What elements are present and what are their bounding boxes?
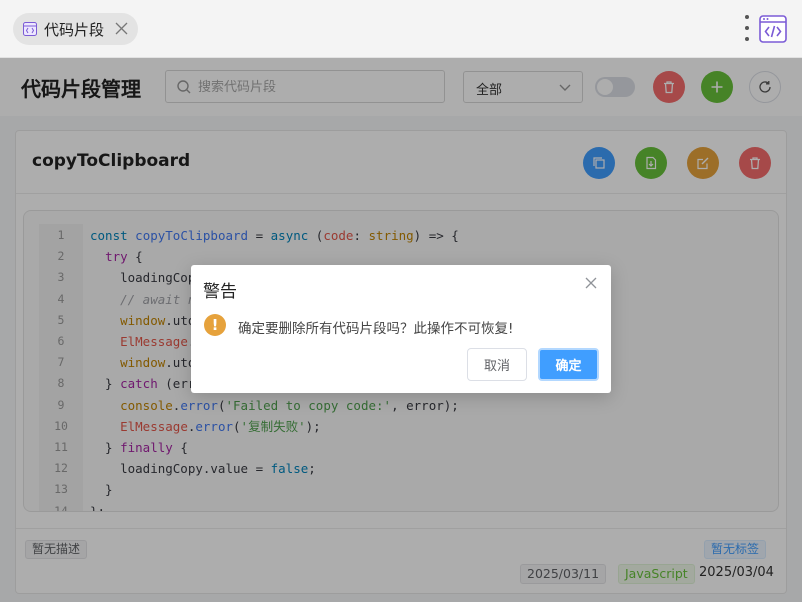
more-vertical-icon[interactable] (742, 15, 752, 41)
dialog-message: 确定要删除所有代码片段吗？此操作不可恢复! (238, 321, 514, 337)
window-tab[interactable]: 代码片段 (13, 13, 138, 45)
dialog-title: 警告 (203, 282, 237, 302)
confirm-dialog: 警告 ! 确定要删除所有代码片段吗？此操作不可恢复! 取消 确定 (191, 265, 611, 393)
code-window-icon (759, 15, 787, 43)
code-window-icon (23, 22, 37, 36)
confirm-button[interactable]: 确定 (538, 348, 599, 381)
close-icon[interactable] (115, 22, 128, 35)
window-titlebar: 代码片段 (0, 0, 802, 58)
close-icon[interactable] (583, 275, 599, 291)
tab-title: 代码片段 (44, 20, 105, 39)
warning-icon: ! (204, 314, 226, 336)
cancel-button[interactable]: 取消 (467, 348, 527, 381)
